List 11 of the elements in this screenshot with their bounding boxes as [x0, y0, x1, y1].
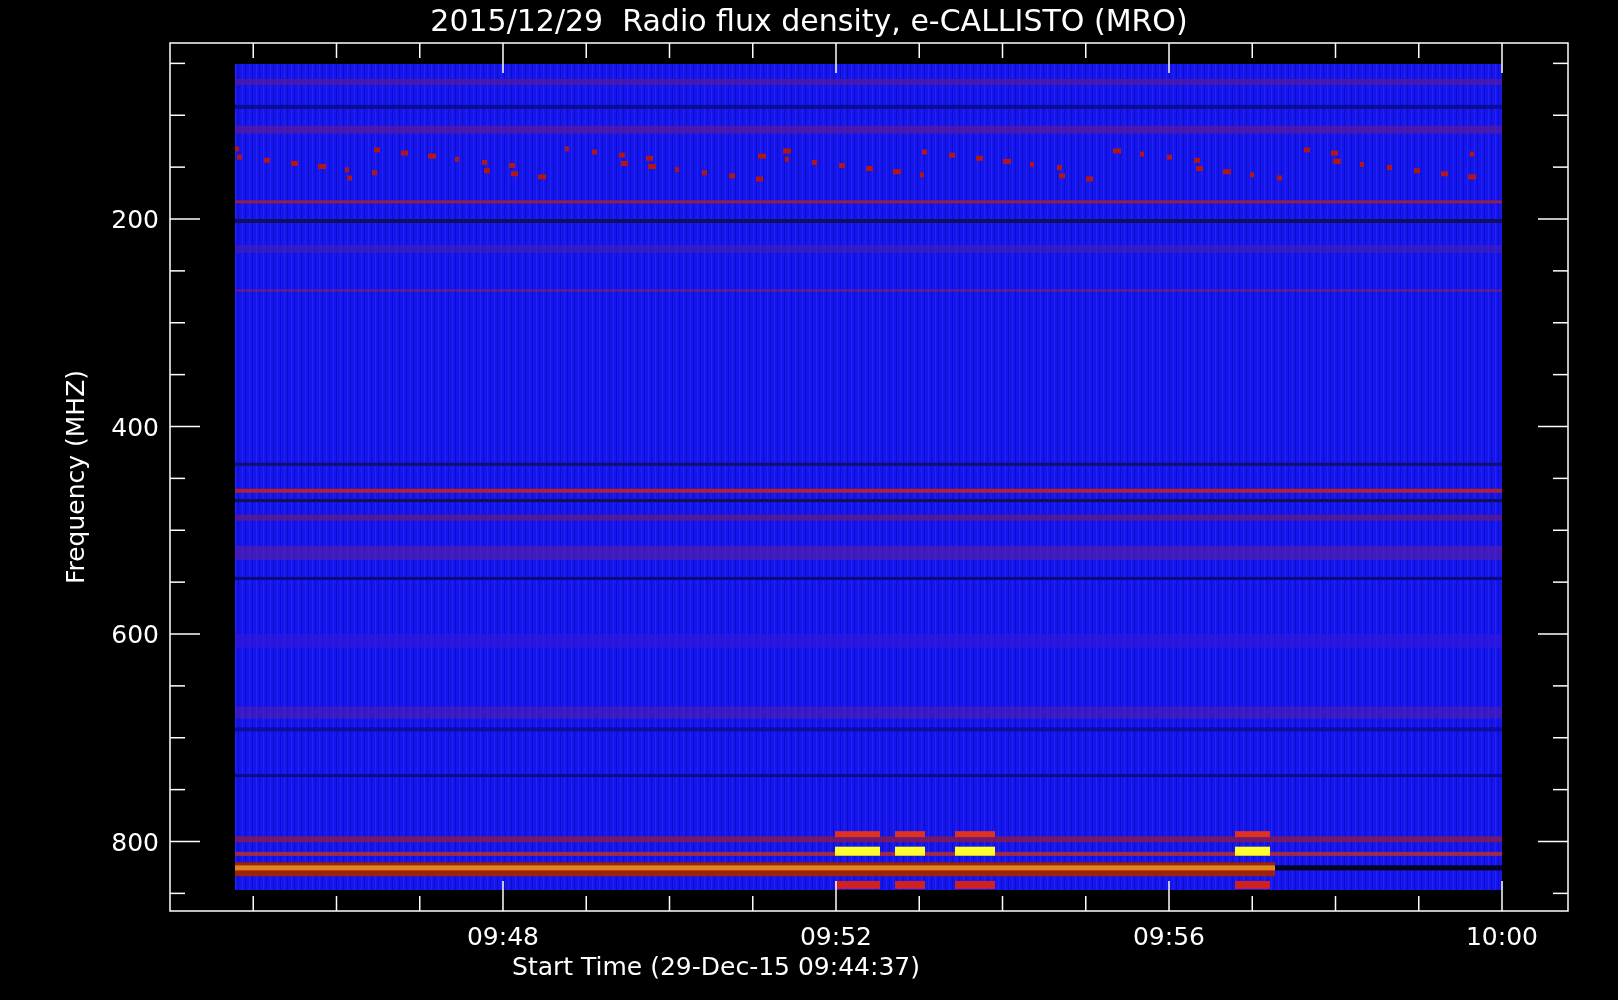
y-axis-label: Frequency (MHZ): [61, 369, 90, 585]
y-tick-label: 800: [111, 827, 159, 857]
chart-title: 2015/12/29 Radio flux density, e-CALLISTO (MRO): [430, 3, 1188, 38]
y-tick-label: 600: [111, 620, 159, 649]
x-tick-label: 10:00: [1466, 922, 1538, 951]
x-tick-label: 09:56: [1133, 922, 1205, 951]
x-axis-label: Start Time (29-Dec-15 09:44:37): [512, 952, 920, 981]
x-tick-label: 09:52: [800, 922, 872, 951]
x-tick-label: 09:48: [467, 922, 539, 951]
y-tick-label: 200: [111, 205, 159, 234]
y-tick-label: 400: [111, 412, 159, 442]
